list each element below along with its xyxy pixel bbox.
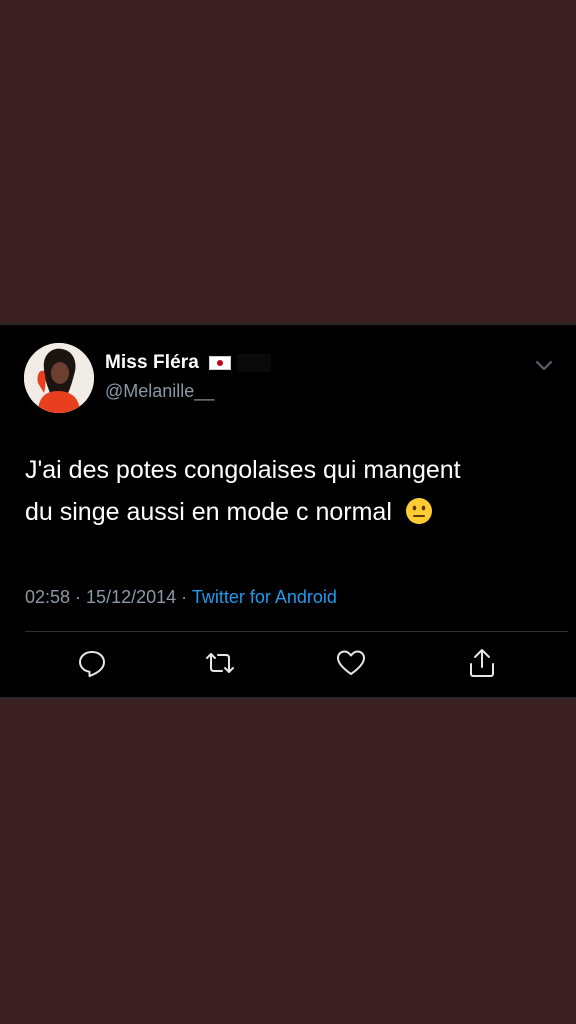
meta-separator: ·	[70, 587, 87, 607]
redacted-area	[236, 354, 271, 372]
tweet-text: J'ai des potes congolaises qui mangent d…	[25, 449, 555, 533]
reply-icon[interactable]	[76, 647, 108, 679]
screenshot-background: Miss Fléra @Melanille__ J'ai des potes c…	[0, 0, 576, 1024]
author-display-name[interactable]: Miss Fléra	[105, 352, 199, 374]
tweet-text-line-1: J'ai des potes congolaises qui mangent	[25, 456, 461, 484]
neutral-face-emoji-icon	[405, 496, 433, 524]
retweet-icon[interactable]	[204, 647, 236, 679]
author-handle[interactable]: @Melanille__	[105, 381, 214, 402]
share-icon[interactable]	[466, 647, 498, 679]
divider	[25, 631, 568, 632]
tweet-source-link[interactable]: Twitter for Android	[192, 587, 337, 607]
avatar[interactable]	[24, 343, 94, 413]
tweet-text-line-2: du singe aussi en mode c normal	[25, 498, 392, 526]
chevron-down-icon[interactable]	[534, 359, 554, 373]
avatar-photo	[24, 343, 94, 413]
tweet-date: 15/12/2014	[86, 587, 177, 607]
author-name-row: Miss Fléra	[105, 351, 271, 375]
flag-icon	[208, 356, 231, 370]
tweet-card: Miss Fléra @Melanille__ J'ai des potes c…	[0, 323, 576, 699]
heart-icon[interactable]	[335, 647, 367, 679]
meta-separator: ·	[176, 587, 192, 607]
tweet-meta: 02:58 · 15/12/2014 · Twitter for Android	[25, 587, 337, 608]
tweet-time: 02:58	[25, 587, 71, 607]
tweet-actions	[0, 647, 576, 687]
